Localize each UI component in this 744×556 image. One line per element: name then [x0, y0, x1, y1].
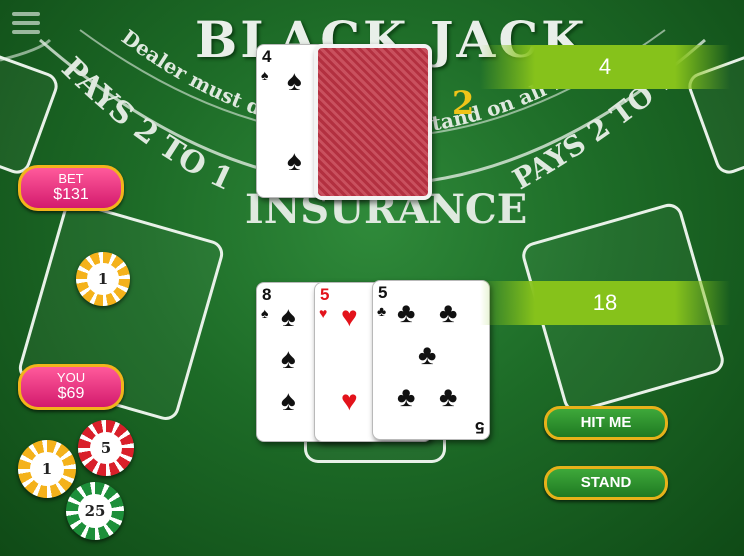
bet-display: BET $131	[18, 165, 124, 211]
bet-value: $131	[53, 186, 89, 203]
bet-chip: 1	[76, 252, 130, 306]
chip-1[interactable]: 1	[18, 440, 76, 498]
stand-button[interactable]: STAND	[544, 466, 668, 500]
chip-25[interactable]: 25	[66, 482, 124, 540]
dealer-hole-card	[314, 44, 432, 200]
balance-value: $69	[57, 385, 85, 402]
player-score: 18	[480, 281, 730, 325]
chip-5[interactable]: 5	[78, 420, 134, 476]
dealer-score: 4	[480, 45, 730, 89]
player-card-3: 5 ♣ ♣ ♣ ♣ ♣ ♣ 5	[372, 280, 490, 440]
balance-label: YOU	[56, 370, 86, 385]
bet-label: BET	[58, 171, 84, 186]
title-number: 2	[452, 84, 475, 122]
balance-display: YOU $69	[18, 364, 124, 410]
blackjack-table: Dealer must draw on 16 and stand on all …	[0, 0, 744, 556]
hit-me-button[interactable]: HIT ME	[544, 406, 668, 440]
